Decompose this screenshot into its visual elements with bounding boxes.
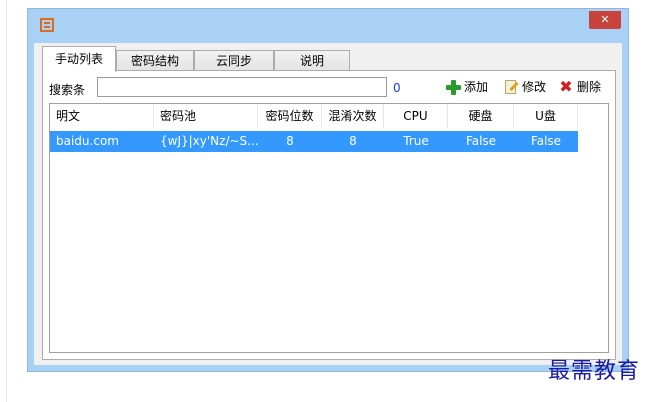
column-header-length[interactable]: 密码位数 (258, 104, 322, 128)
edit-button[interactable]: 修改 (503, 78, 546, 96)
tab-cloud-sync[interactable]: 云同步 (194, 50, 274, 71)
delete-label: 删除 (577, 80, 602, 94)
search-label: 搜索条 (49, 83, 86, 97)
tab-panel: 搜索条 0 添加 修改 ✖ 删除 明文 密码池 密码位数 混淆次数 CPU 硬盘… (42, 70, 616, 360)
column-header-cpu[interactable]: CPU (384, 104, 448, 128)
tab-manual-list[interactable]: 手动列表 (42, 46, 116, 72)
cell-plaintext: baidu.com (56, 134, 119, 148)
page-left-rule (6, 0, 7, 402)
app-window: ✕ 手动列表 密码结构 云同步 说明 搜索条 0 添加 修改 ✖ 删除 明文 密… (27, 8, 629, 372)
add-button[interactable]: 添加 (445, 78, 488, 96)
list-header: 明文 密码池 密码位数 混淆次数 CPU 硬盘 U盘 (50, 104, 608, 128)
cell-length: 8 (286, 134, 294, 148)
plus-icon (445, 79, 461, 95)
cell-disk: False (465, 134, 497, 148)
cell-rounds: 8 (349, 134, 357, 148)
add-label: 添加 (464, 80, 489, 94)
close-button[interactable]: ✕ (589, 11, 621, 29)
delete-icon: ✖ (559, 77, 573, 96)
cell-pool: {wJ}|xy'Nz/~S... (160, 134, 258, 148)
tab-help[interactable]: 说明 (274, 50, 350, 71)
tab-password-structure[interactable]: 密码结构 (116, 50, 194, 71)
search-count: 0 (393, 81, 401, 95)
edit-icon (503, 79, 519, 95)
title-bar[interactable]: ✕ (28, 9, 628, 37)
table-row[interactable]: baidu.com {wJ}|xy'Nz/~S... 8 8 True Fals… (50, 131, 578, 152)
delete-button[interactable]: ✖ 删除 (558, 78, 601, 96)
column-header-usb[interactable]: U盘 (514, 104, 578, 128)
app-logo-icon (40, 18, 54, 32)
cell-usb: False (530, 134, 562, 148)
client-area: 手动列表 密码结构 云同步 说明 搜索条 0 添加 修改 ✖ 删除 明文 密码池… (34, 43, 622, 365)
column-header-pool[interactable]: 密码池 (154, 104, 258, 128)
column-header-rounds[interactable]: 混淆次数 (322, 104, 384, 128)
edit-label: 修改 (522, 80, 547, 94)
column-header-plaintext[interactable]: 明文 (50, 104, 154, 128)
column-header-disk[interactable]: 硬盘 (448, 104, 514, 128)
password-list[interactable]: 明文 密码池 密码位数 混淆次数 CPU 硬盘 U盘 baidu.com {wJ… (49, 103, 609, 353)
search-input[interactable] (97, 77, 387, 97)
watermark-text: 最需教育 (548, 359, 641, 384)
cell-cpu: True (403, 134, 429, 148)
